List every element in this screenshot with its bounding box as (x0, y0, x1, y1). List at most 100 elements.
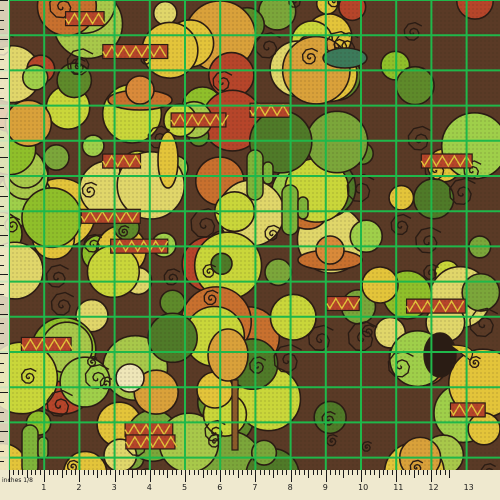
ruler-tick (88, 470, 90, 475)
ruler-tick (0, 225, 4, 227)
ruler-label: 13 (463, 483, 474, 492)
ruler-tick (0, 431, 8, 433)
ruler-tick (53, 470, 54, 475)
ruler-tick (435, 470, 437, 475)
ruler-label: 5 (182, 483, 188, 492)
ruler-tick (0, 294, 4, 295)
ruler-tick (268, 470, 270, 475)
ruler-tick (255, 470, 257, 482)
ruler-tick (400, 470, 402, 475)
ruler-tick (0, 235, 8, 237)
ruler-tick (31, 470, 32, 475)
ruler-tick (0, 333, 4, 335)
ruler-tick (57, 470, 59, 475)
ruler-tick (158, 470, 160, 475)
ruler-tick (92, 470, 94, 475)
ruler-tick (105, 470, 107, 475)
ruler-tick (0, 303, 4, 305)
ruler-tick (0, 78, 8, 80)
ruler-tick (0, 254, 4, 256)
ruler-tick (149, 470, 151, 482)
ruler-tick (189, 470, 191, 475)
ruler-tick (211, 470, 213, 475)
ruler-label: 3 (111, 483, 117, 492)
ruler-tick (0, 274, 8, 276)
ruler-label: 2 (76, 483, 82, 492)
ruler-tick (119, 470, 120, 475)
ruler-tick (224, 470, 226, 475)
ruler-tick (0, 117, 8, 119)
ruler-tick (396, 470, 398, 482)
ruler-tick (273, 470, 274, 478)
ruler-tick (70, 470, 72, 475)
ruler-tick (0, 98, 4, 99)
ruler-tick (422, 470, 424, 475)
ruler-tick (233, 470, 235, 475)
ruler-tick (176, 470, 178, 475)
ruler-tick (237, 470, 239, 478)
ruler-label: 10 (358, 483, 369, 492)
ruler-tick (127, 470, 129, 475)
ruler-tick (0, 411, 4, 413)
ruler-tick (356, 470, 358, 475)
ruler-tick (281, 470, 283, 475)
ruler-tick (0, 401, 4, 403)
ruler-tick (0, 147, 4, 148)
ruler-tick (299, 470, 301, 475)
ruler-tick (409, 470, 411, 475)
ruler-tick (0, 58, 4, 60)
ruler-tick (290, 470, 292, 482)
ruler-tick (141, 470, 142, 475)
ruler-tick (75, 470, 76, 475)
ruler-tick (0, 186, 4, 188)
ruler-tick (83, 470, 85, 475)
ruler-tick (295, 470, 296, 475)
ruler-tick (0, 68, 4, 70)
ruler-tick (0, 49, 4, 50)
ruler-label: 12 (428, 483, 439, 492)
ruler-tick (0, 39, 8, 41)
horizontal-ruler: 1 2 3 4 5 6 7 8 9 10 11 12 13 (0, 470, 500, 500)
ruler-tick (202, 470, 204, 478)
ruler-label: 8 (287, 483, 293, 492)
ruler-tick (0, 9, 4, 11)
ruler-tick (0, 245, 4, 246)
ruler-tick (361, 470, 362, 482)
ruler-tick (180, 470, 182, 475)
ruler-tick (39, 470, 41, 475)
ruler-tick (0, 29, 4, 31)
ruler-tick (0, 441, 4, 442)
ruler-tick (0, 137, 4, 139)
ruler-tick (171, 470, 173, 475)
ruler-tick (0, 196, 8, 197)
ruler-tick (427, 470, 428, 475)
ruler-tick (123, 470, 125, 475)
ruler-tick (48, 470, 50, 475)
ruler-tick (339, 470, 340, 475)
ruler-tick (383, 470, 384, 475)
ruler-tick (325, 470, 327, 482)
ruler-tick (405, 470, 406, 475)
ruler-tick (167, 470, 169, 478)
ruler-tick (317, 470, 318, 475)
ruler-tick (114, 470, 116, 482)
ruler-label: 4 (146, 483, 152, 492)
ruler-label: 9 (322, 483, 328, 492)
ruler-tick (242, 470, 244, 475)
ruler-tick (0, 0, 8, 1)
ruler-tick (374, 470, 376, 475)
ruler-tick (0, 352, 8, 354)
vertical-ruler (0, 0, 9, 470)
ruler-tick (110, 470, 112, 475)
ruler-tick (35, 470, 37, 475)
ruler-tick (229, 470, 230, 475)
ruler-tick (413, 470, 415, 478)
ruler-tick (308, 470, 310, 478)
ruler-tick (0, 382, 4, 384)
ruler-label: 1 (41, 483, 47, 492)
ruler-tick (17, 470, 19, 475)
ruler-tick (378, 470, 380, 478)
ruler-tick (303, 470, 305, 475)
ruler-tick (286, 470, 288, 475)
ruler-label: 11 (393, 483, 404, 492)
